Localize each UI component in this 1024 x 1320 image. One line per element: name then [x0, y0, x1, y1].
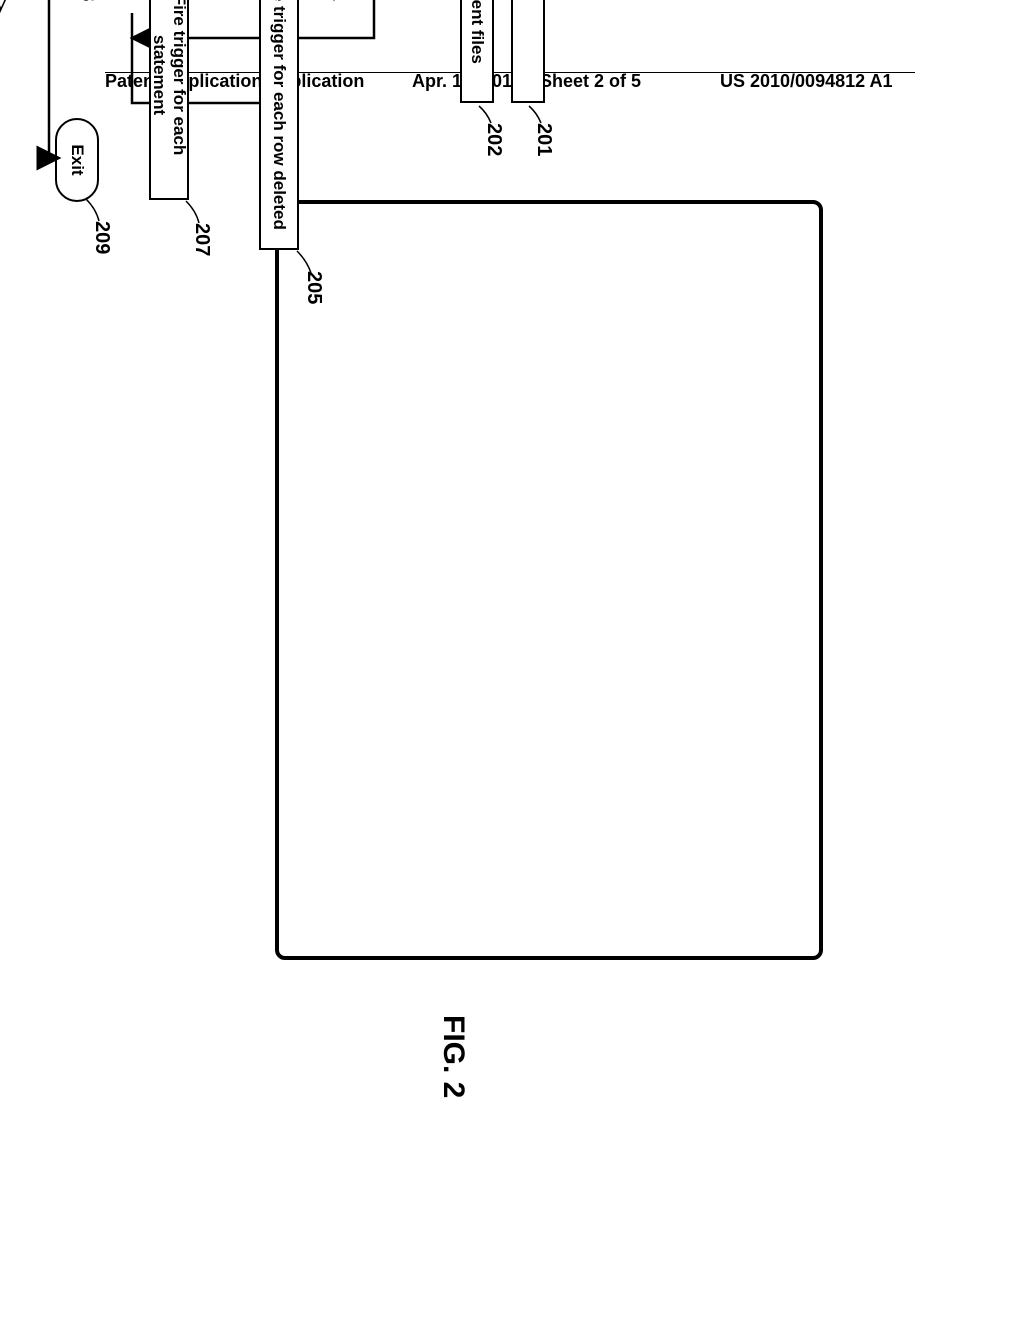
ref-205: 205 — [302, 271, 325, 304]
ref-202: 202 — [482, 123, 505, 156]
process-fire-per-row: Fire trigger for each row deleted — [259, 0, 299, 250]
ref-209: 209 — [90, 221, 113, 254]
ref-201: 201 — [532, 123, 555, 156]
ref-208: 208 — [76, 0, 99, 1]
process-fire-per-statement: Fire trigger for each statement — [149, 0, 189, 200]
terminator-exit: Exit — [55, 118, 99, 202]
ref-207: 207 — [190, 223, 213, 256]
n207-text: Fire trigger for each statement — [149, 0, 189, 194]
n209-text: Exit — [67, 144, 87, 175]
figure-caption: FIG. 2 — [436, 1015, 470, 1098]
figure-border: Delete record from parent file 201 Deter… — [275, 200, 823, 960]
n202-text: Determine records to be deleted from dep… — [467, 0, 487, 64]
flowchart: Delete record from parent file 201 Deter… — [9, 0, 549, 310]
process-determine-records: Determine records to be deleted from dep… — [460, 0, 494, 103]
header-sheet: Sheet 2 of 5 — [540, 71, 641, 92]
n205-text: Fire trigger for each row deleted — [269, 0, 289, 230]
process-delete-record: Delete record from parent file — [511, 0, 545, 103]
header-pubnumber: US 2010/0094812 A1 — [720, 71, 892, 92]
